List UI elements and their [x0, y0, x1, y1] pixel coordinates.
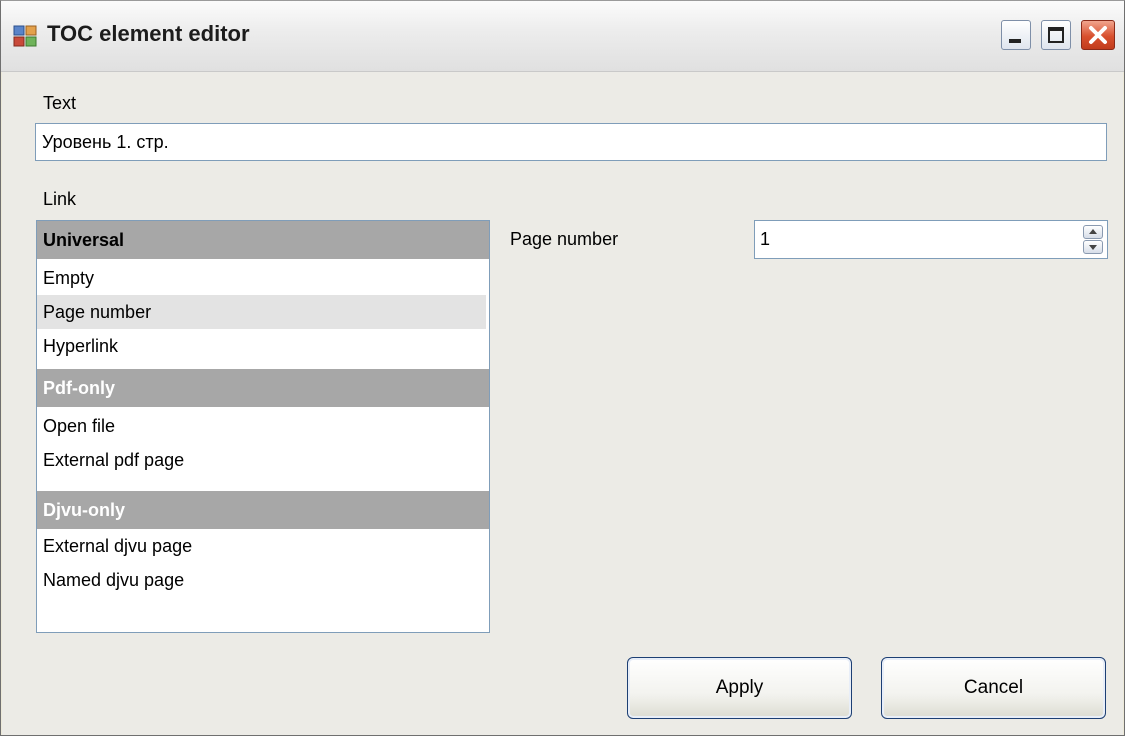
group-header-pdf-only: Pdf-only: [37, 369, 489, 407]
app-icon: [13, 25, 37, 47]
page-number-label: Page number: [510, 229, 619, 249]
list-item-open-file[interactable]: Open file: [37, 409, 486, 443]
cancel-button[interactable]: Cancel: [881, 657, 1106, 719]
link-label: Link: [43, 189, 77, 209]
list-item-external-pdf-page[interactable]: External pdf page: [37, 443, 486, 477]
apply-button[interactable]: Apply: [627, 657, 852, 719]
maximize-button[interactable]: [1041, 20, 1071, 50]
close-icon: [1089, 26, 1107, 44]
spin-down-icon[interactable]: [1083, 240, 1103, 254]
title-bar[interactable]: TOC element editor: [1, 1, 1124, 72]
link-type-list[interactable]: Universal Empty Page number Hyperlink Pd…: [36, 220, 490, 633]
list-item-page-number[interactable]: Page number: [37, 295, 486, 329]
group-header-djvu-only: Djvu-only: [37, 491, 489, 529]
group-universal: Empty Page number Hyperlink: [37, 259, 489, 371]
list-item-external-djvu-page[interactable]: External djvu page: [37, 529, 486, 563]
page-number-spinner[interactable]: [1083, 225, 1103, 255]
list-item-empty[interactable]: Empty: [37, 261, 486, 295]
close-button[interactable]: [1081, 20, 1115, 50]
text-input[interactable]: [35, 123, 1107, 161]
dialog-window: TOC element editor Text Link Universal E…: [0, 0, 1125, 736]
minimize-button[interactable]: [1001, 20, 1031, 50]
list-item-hyperlink[interactable]: Hyperlink: [37, 329, 486, 363]
group-header-universal: Universal: [37, 221, 489, 259]
group-pdf-only: Open file External pdf page: [37, 407, 489, 491]
list-item-named-djvu-page[interactable]: Named djvu page: [37, 563, 486, 597]
window-title: TOC element editor: [47, 21, 250, 46]
page-number-input[interactable]: [754, 220, 1108, 259]
spin-up-icon[interactable]: [1083, 225, 1103, 239]
text-label: Text: [43, 93, 77, 113]
group-djvu-only: External djvu page Named djvu page: [37, 529, 489, 632]
